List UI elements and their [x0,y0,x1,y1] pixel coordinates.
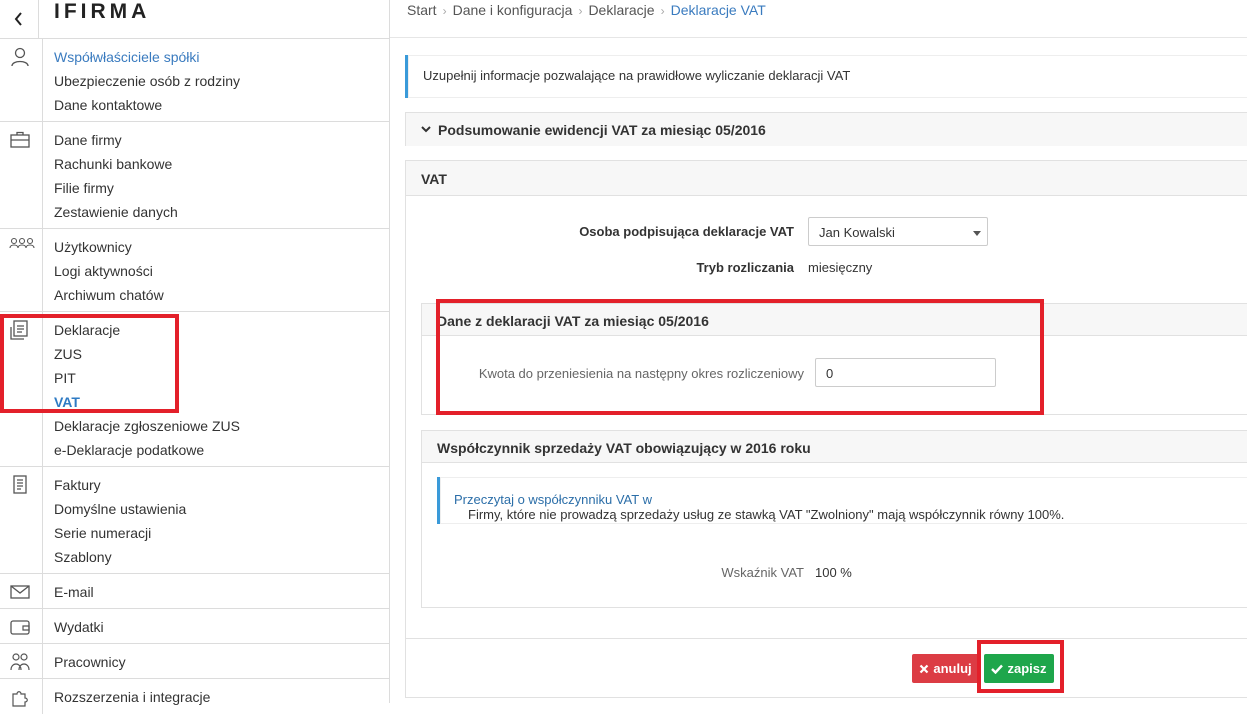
invoice-icon [13,475,27,494]
sidebar-item-ubezpieczenie[interactable]: Ubezpieczenie osób z rodziny [54,69,240,93]
sidebar-group-expenses: Wydatki [0,609,390,644]
summary-title: Podsumowanie ewidencji VAT za miesiąc 05… [438,122,766,138]
highlight-box-save [977,640,1064,693]
highlight-box-dane [436,299,1044,415]
sidebar-group-company: Dane firmy Rachunki bankowe Filie firmy … [0,122,390,229]
envelope-icon [10,585,30,599]
sidebar-item-dane-kontaktowe[interactable]: Dane kontaktowe [54,93,240,117]
sidebar-group-partners: Współwłaściciele spółki Ubezpieczenie os… [0,39,390,122]
divider [390,37,1247,38]
info-box: Uzupełnij informacje pozwalające na praw… [405,55,1247,98]
chevron-down-icon [421,126,431,133]
wsp-notice-text: Firmy, które nie prowadzą sprzedaży usłu… [468,507,1065,522]
sidebar-item-email[interactable]: E-mail [54,580,94,604]
chevron-left-icon [14,12,22,26]
signer-select[interactable]: Jan Kowalski [808,217,988,246]
sidebar-item-dane-firmy[interactable]: Dane firmy [54,128,178,152]
person-icon [11,47,29,67]
caret-down-icon [973,231,981,236]
users-icon [9,237,35,249]
sidebar-item-wydatki[interactable]: Wydatki [54,615,104,639]
info-text: Uzupełnij informacje pozwalające na praw… [423,68,851,83]
wsp-panel: Współczynnik sprzedaży VAT obowiązujący … [421,430,1247,608]
breadcrumb-deklaracje[interactable]: Deklaracje [588,2,654,18]
sidebar-item-uzytkownicy[interactable]: Użytkownicy [54,235,164,259]
sidebar-group-extensions: Rozszerzenia i integracje [0,679,390,714]
vat-panel: VAT Osoba podpisująca deklaracje VAT Jan… [405,160,1247,698]
sidebar-item-wspolwlasciciele[interactable]: Współwłaściciele spółki [54,45,240,69]
sidebar-item-serie[interactable]: Serie numeracji [54,521,186,545]
indicator-value: 100 % [815,565,852,580]
mode-label: Tryb rozliczania [696,260,794,275]
indicator-label: Wskaźnik VAT [721,565,804,580]
summary-panel[interactable]: Podsumowanie ewidencji VAT za miesiąc 05… [405,112,1247,146]
logo: IFIRMA [54,0,151,23]
sidebar-group-email: E-mail [0,574,390,609]
breadcrumb-dane[interactable]: Dane i konfiguracja [453,2,573,18]
sidebar-item-rozszerzenia[interactable]: Rozszerzenia i integracje [54,685,210,709]
sidebar-item-zestawienie[interactable]: Zestawienie danych [54,200,178,224]
signer-value: Jan Kowalski [819,225,895,240]
employees-icon [10,653,30,671]
sidebar-item-szablony[interactable]: Szablony [54,545,186,569]
footer-divider [406,638,1247,639]
sidebar: IFIRMA Współwłaściciele spółki Ubezpiecz… [0,0,390,714]
back-button[interactable] [0,0,39,38]
sidebar-item-filie[interactable]: Filie firmy [54,176,178,200]
sidebar-item-archiwum[interactable]: Archiwum chatów [54,283,164,307]
sidebar-item-logi[interactable]: Logi aktywności [54,259,164,283]
sidebar-header: IFIRMA [0,0,390,39]
wallet-icon [10,620,30,635]
wsp-notice: Firmy, które nie prowadzą sprzedaży usłu… [437,477,1247,524]
wsp-title: Współczynnik sprzedaży VAT obowiązujący … [437,440,811,456]
sidebar-group-invoices: Faktury Domyślne ustawienia Serie numera… [0,467,390,574]
puzzle-icon [12,691,28,707]
sidebar-item-faktury[interactable]: Faktury [54,473,186,497]
breadcrumb-start[interactable]: Start [407,2,437,18]
signer-label: Osoba podpisująca deklaracje VAT [579,224,794,239]
mode-value: miesięczny [808,260,873,275]
close-icon [920,664,929,673]
sidebar-item-domyslne[interactable]: Domyślne ustawienia [54,497,186,521]
vat-title: VAT [421,171,447,187]
sidebar-group-users: Użytkownicy Logi aktywności Archiwum cha… [0,229,390,312]
wsp-notice-link[interactable]: Przeczytaj o współczynniku VAT w [454,492,652,507]
sidebar-item-pracownicy[interactable]: Pracownicy [54,650,126,674]
sidebar-item-rachunki[interactable]: Rachunki bankowe [54,152,178,176]
breadcrumb-current: Deklaracje VAT [670,2,766,18]
sidebar-group-employees: Pracownicy [0,644,390,679]
briefcase-icon [10,131,30,148]
highlight-box-sidebar [0,314,179,413]
breadcrumb: Start › Dane i konfiguracja › Deklaracje › Dek… [407,2,766,18]
cancel-button[interactable]: anuluj [912,654,979,683]
main-content: Start › Dane i konfiguracja › Deklaracje › Dek… [390,0,1247,703]
sidebar-item-deklaracje-zgloszeniowe[interactable]: Deklaracje zgłoszeniowe ZUS [54,414,240,438]
sidebar-item-e-deklaracje[interactable]: e-Deklaracje podatkowe [54,438,240,462]
